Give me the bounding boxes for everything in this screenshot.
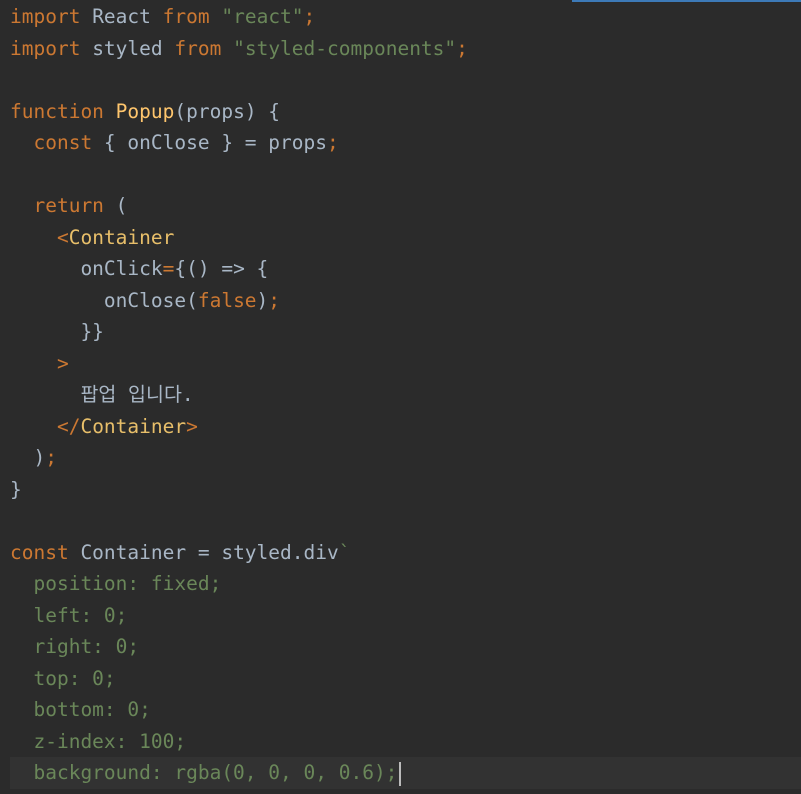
code-token: "styled-components": [233, 36, 457, 60]
code-token: styled: [80, 36, 175, 60]
code-line[interactable]: function Popup(props) {: [10, 96, 801, 128]
code-token: const: [33, 131, 93, 154]
code-token: <: [56, 225, 69, 249]
code-token: ;: [268, 288, 281, 312]
code-line[interactable]: top: 0;: [10, 663, 801, 695]
code-line[interactable]: right: 0;: [10, 631, 801, 663]
code-line[interactable]: );: [10, 442, 801, 474]
code-token: =: [162, 257, 175, 280]
code-line[interactable]: }: [10, 474, 801, 506]
code-token: ): [10, 446, 46, 469]
code-token: >: [56, 351, 69, 375]
code-token: from: [162, 5, 210, 28]
code-line[interactable]: 팝업 입니다.: [10, 379, 801, 411]
code-line[interactable]: [10, 159, 801, 191]
code-token: }}: [10, 320, 104, 343]
code-token: onClose(: [10, 288, 198, 312]
code-token: ;: [327, 131, 339, 154]
code-line[interactable]: }}: [10, 316, 801, 348]
code-line[interactable]: background: rgba(0, 0, 0, 0.6);: [10, 757, 801, 789]
code-token: bottom: 0;: [10, 698, 151, 721]
code-token: false: [197, 288, 257, 312]
code-token: `: [338, 540, 351, 564]
code-token: (props) {: [174, 99, 281, 123]
code-line[interactable]: onClose(false);: [10, 285, 801, 317]
code-token: "react": [221, 5, 304, 28]
code-line[interactable]: </Container>: [10, 411, 801, 443]
code-token: React: [80, 5, 163, 28]
code-line[interactable]: position: fixed;: [10, 568, 801, 600]
code-editor[interactable]: import React from "react"; import styled …: [0, 0, 801, 794]
code-token: function: [10, 99, 104, 123]
code-line[interactable]: onClick={() => {: [10, 253, 801, 285]
code-token: z-index: 100;: [10, 729, 187, 753]
code-token: top: 0;: [10, 666, 116, 690]
code-token: </: [56, 414, 81, 438]
code-token: 팝업 입니다.: [10, 383, 194, 406]
code-line[interactable]: const { onClose } = props;: [10, 127, 801, 159]
code-token: { onClose } = props: [92, 131, 327, 154]
code-line[interactable]: const Container = styled.div`: [10, 537, 801, 569]
code-token: ;: [45, 446, 57, 469]
code-token: (: [103, 194, 128, 217]
code-line[interactable]: import React from "react";: [10, 1, 801, 33]
code-token: import: [10, 36, 81, 60]
code-token: import: [10, 5, 81, 28]
code-token: const: [10, 540, 69, 564]
code-token: ;: [303, 5, 316, 28]
code-token: >: [186, 414, 198, 438]
code-token: ): [256, 288, 269, 312]
code-line[interactable]: [10, 505, 801, 537]
code-token: from: [174, 36, 222, 60]
code-area[interactable]: import React from "react"; import styled …: [0, 1, 801, 789]
code-token: Container = styled.div: [68, 540, 339, 564]
code-line[interactable]: <Container: [10, 222, 801, 254]
code-token: onClick: [10, 257, 163, 280]
code-token: Container: [80, 414, 187, 438]
code-token: {() => {: [174, 257, 269, 280]
code-token: right: 0;: [10, 635, 140, 658]
code-line[interactable]: z-index: 100;: [10, 726, 801, 758]
code-token: position: fixed;: [10, 572, 222, 595]
code-line[interactable]: >: [10, 348, 801, 380]
code-token: Container: [68, 225, 175, 249]
code-line[interactable]: bottom: 0;: [10, 694, 801, 726]
code-token: Popup: [115, 99, 175, 123]
code-token: return: [33, 194, 104, 217]
code-line[interactable]: [10, 64, 801, 96]
code-line[interactable]: return (: [10, 190, 801, 222]
code-token: }: [10, 477, 22, 501]
code-token: ;: [456, 36, 468, 60]
text-cursor: [399, 761, 402, 786]
code-line[interactable]: left: 0;: [10, 600, 801, 632]
code-token: background: rgba(0, 0, 0, 0.6);: [10, 761, 398, 784]
code-line[interactable]: import styled from "styled-components";: [10, 33, 801, 65]
code-token: left: 0;: [10, 603, 128, 627]
